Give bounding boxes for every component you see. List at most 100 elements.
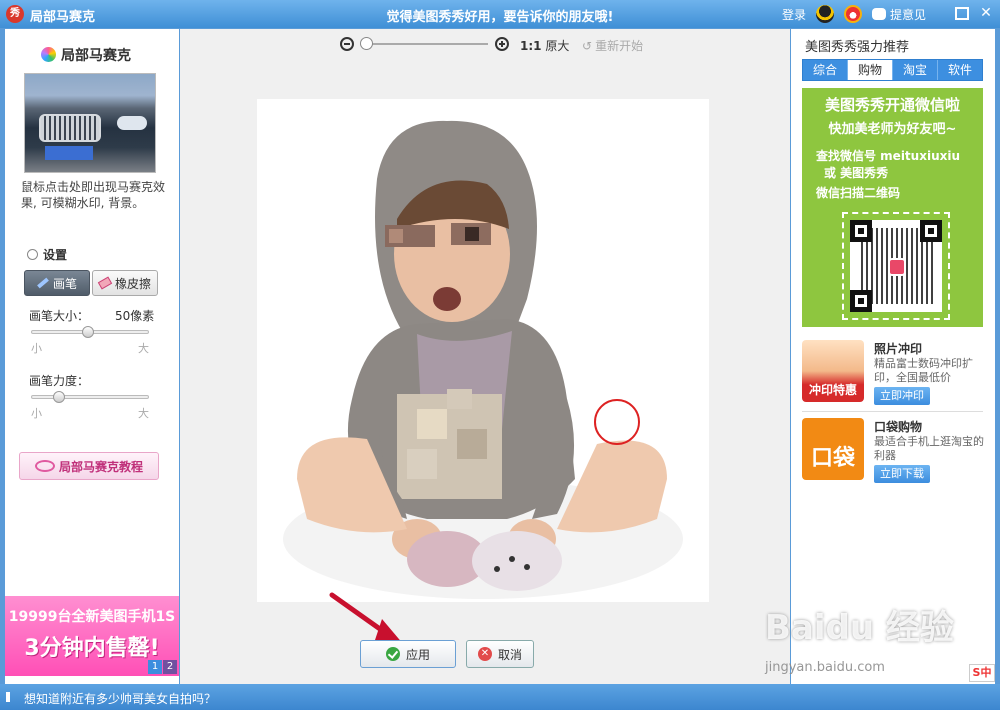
tab-taobao[interactable]: 淘宝 [893,60,938,80]
scale-max-label: 大 [138,342,149,355]
wechat-ad-instructions: 查找微信号 meituxiuxiu 或 美图秀秀 [816,148,960,182]
undo-icon: ↺ [582,39,593,53]
ad-line-1: 19999台全新美图手机1S [8,609,176,625]
car-grille [39,114,101,142]
tutorial-button[interactable]: 局部马赛克教程 [19,452,159,480]
left-panel: 局部马赛克 鼠标点击处即出现马赛克效果, 可模糊水印, 背景。 设置 画笔 橡皮… [5,29,179,684]
scale-max-label: 大 [138,407,149,420]
brush-strength-label: 画笔力度： [29,374,90,388]
right-panel: 美图秀秀强力推荐 综合 购物 淘宝 软件 美图秀秀开通微信啦 快加美老师为好友吧… [791,29,995,684]
zoom-handle[interactable] [360,37,373,50]
panel-title: 局部马赛克 [61,48,131,64]
edited-photo[interactable] [257,99,709,602]
promo-description: 精品富士数码冲印扩印，全国最低价 [874,357,973,384]
pocket-shopping-image[interactable]: 口袋 [802,418,864,480]
wechat-ad-headline: 美图秀秀开通微信啦 [824,96,960,114]
zoom-in-icon[interactable] [495,37,509,51]
watermark-url: jingyan.baidu.com [765,660,885,675]
zoom-slider[interactable] [362,43,488,45]
restart-label: 重新开始 [595,39,644,53]
original-size-button[interactable]: 1:1 原大 [520,37,569,54]
promo-pocket-shopping: 口袋 口袋购物 最适合手机上逛淘宝的利器 立即下载 [802,418,984,486]
promo-photo-print: 冲印特惠 照片冲印 精品富士数码冲印扩印，全国最低价 立即冲印 [802,340,983,408]
recommend-tabs: 综合 购物 淘宝 软件 [802,59,983,81]
status-message[interactable]: 想知道附近有多少帅哥美女自拍吗？ [24,690,216,707]
apply-label: 应用 [405,647,430,662]
feedback-icon [871,8,886,20]
ad-page-1[interactable]: 1 [148,660,162,674]
brush-cursor [594,399,640,445]
brush-size-slider[interactable] [31,326,149,338]
cancel-button[interactable]: ✕ 取消 [466,640,534,668]
brush-tool-button[interactable]: 画笔 [24,270,90,296]
brush-tool-label: 画笔 [52,276,77,291]
apply-button[interactable]: 应用 [360,640,456,668]
mosaic-flower-icon [41,47,56,62]
eraser-tool-button[interactable]: 橡皮擦 [92,270,158,296]
zoom-out-icon[interactable] [340,37,354,51]
check-icon [385,647,400,661]
speaker-icon [6,692,14,702]
tab-software[interactable]: 软件 [938,60,982,80]
phone-ad-banner[interactable]: 19999台全新美图手机1S 3分钟内售罄! 1 2 [5,596,179,676]
qr-code [842,212,950,320]
title-bar-actions: 登录 提意见 ✕ [782,4,1000,24]
qr-finder [920,220,942,242]
promo-title[interactable]: 照片冲印 [874,340,922,357]
brush-strength-slider[interactable] [31,391,149,403]
ad-pager: 1 2 [147,660,177,674]
tool-switch: 画笔 橡皮擦 [24,270,158,296]
qr-finder [850,220,872,242]
feedback-link[interactable]: 提意见 [890,6,926,23]
tab-shopping[interactable]: 购物 [848,60,893,80]
photo-print-image-text: 冲印特惠 [808,383,857,397]
download-now-button[interactable]: 立即下载 [874,465,930,483]
scale-min-label: 小 [31,407,42,420]
brush-strength-handle[interactable] [53,391,66,403]
scale-min-label: 小 [31,342,42,355]
car-headlight [117,116,147,130]
mosaic-plate [45,146,93,160]
brush-strength-scale: 小 大 [31,405,149,421]
brush-icon [37,277,49,289]
maximize-button[interactable] [952,4,972,24]
promo-description: 最适合手机上逛淘宝的利器 [874,435,984,462]
wechat-alt-text: 或 美图秀秀 [824,166,889,180]
meitu-logo-icon [888,258,906,276]
recommend-title: 美图秀秀强力推荐 [805,40,910,55]
close-button[interactable]: ✕ [976,4,996,24]
brush-size-handle[interactable] [81,326,94,338]
qr-code-grid [850,220,942,312]
wechat-scan-text: 微信扫描二维码 [816,186,901,200]
example-thumbnail [24,73,156,173]
eraser-tool-label: 橡皮擦 [114,276,151,291]
login-link[interactable]: 登录 [782,6,806,23]
status-bar: 想知道附近有多少帅哥美女自拍吗？ [0,684,1000,710]
cancel-label: 取消 [497,647,522,662]
qq-icon[interactable] [815,5,834,23]
brush-size-scale: 小 大 [31,340,149,356]
divider [802,411,983,412]
wechat-ad[interactable]: 美图秀秀开通微信啦 快加美老师为好友吧~ 查找微信号 meituxiuxiu 或… [802,88,983,327]
canvas-area: 1:1 原大 ↺ 重新开始 应用 ✕ 取消 [180,29,790,684]
tab-general[interactable]: 综合 [803,60,848,80]
qr-finder [850,290,872,312]
wechat-ad-subline: 快加美老师为好友吧~ [828,122,957,137]
restart-button[interactable]: ↺ 重新开始 [582,37,643,54]
tutorial-icon [34,460,55,472]
promo-title[interactable]: 口袋购物 [874,418,922,435]
weibo-icon[interactable] [843,5,862,23]
print-now-button[interactable]: 立即冲印 [874,387,930,405]
photo-print-image[interactable]: 冲印特惠 [802,340,864,402]
brush-size-label: 画笔大小： [29,309,90,323]
eraser-icon [97,276,113,290]
brush-size-value: 50像素 [115,309,155,323]
tutorial-label: 局部马赛克教程 [58,459,143,474]
wechat-id-text: 查找微信号 meituxiuxiu [816,149,961,163]
baby-photo [283,120,683,599]
pocket-shopping-image-text: 口袋 [810,446,855,471]
zoom-toolbar: 1:1 原大 ↺ 重新开始 [180,29,790,61]
ad-page-2[interactable]: 2 [163,660,177,674]
watermark-logo: Baidu 经验 [765,608,954,648]
original-size-label: 原大 [545,39,570,53]
